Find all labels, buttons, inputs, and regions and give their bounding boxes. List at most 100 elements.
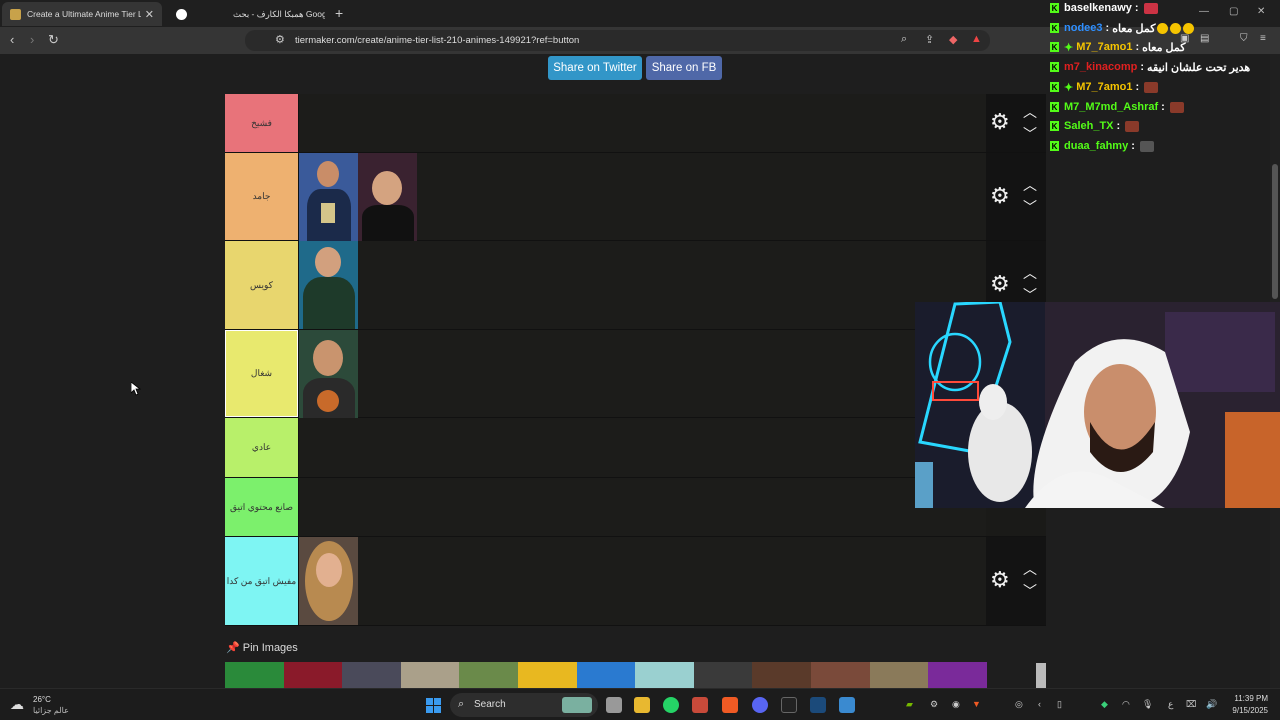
weather-icon[interactable]: ☁ [10,696,24,713]
pool-image[interactable] [342,662,401,688]
tier-label[interactable]: شغال [225,330,298,417]
brave-rewards-icon[interactable]: ▲ [971,33,982,45]
reload-icon[interactable]: ↻ [48,32,59,48]
gear-icon[interactable]: ⚙ [990,271,1010,297]
tier-item-image[interactable] [358,153,417,241]
pool-image[interactable] [811,662,870,688]
tier-items[interactable] [298,241,986,329]
tier-item-image[interactable] [299,241,358,329]
taskbar-search[interactable]: ⌕ Search [450,693,598,717]
chevron-down-icon[interactable]: ﹀ [1023,124,1037,144]
taskbar: ☁ 26°C عالم جزائيا ⌕ Search ▰ ⚙ ◉ ▼ ◎ ‹ … [0,688,1280,720]
wifi-icon[interactable]: ◠ [1122,699,1130,710]
whatsapp-icon[interactable] [663,697,679,713]
tier-items[interactable] [298,94,986,152]
menu-icon[interactable]: ≡ [1260,33,1266,44]
tier-label[interactable]: مفيش اتيق من كدا [225,537,298,625]
windows-start-icon[interactable] [426,698,441,713]
tier-items[interactable] [298,537,986,625]
steam-tray-icon[interactable]: ◎ [1015,699,1023,710]
battery-icon[interactable]: ▯ [1057,699,1062,710]
tier-item-image[interactable] [299,537,358,625]
chevron-down-icon[interactable]: ﹀ [1023,581,1037,601]
close-window-icon[interactable]: ✕ [1257,6,1265,17]
tier-items[interactable] [298,478,986,536]
task-view-icon[interactable] [606,697,622,713]
language-indicator[interactable]: ع [1168,699,1173,710]
pool-image[interactable] [635,662,694,688]
pool-image[interactable] [869,662,929,688]
chat-message: K baselkenawy : [1050,1,1158,15]
pool-image[interactable] [400,662,460,688]
chevron-up-icon[interactable]: ︿ [1023,559,1037,579]
tier-items[interactable] [298,418,986,477]
share-facebook-button[interactable]: Share on FB [646,56,722,80]
terminal-icon[interactable] [781,697,797,713]
address-bar[interactable]: ⚙ tiermaker.com/create/anime-tier-list-2… [245,30,990,51]
tier-label[interactable]: صانع محتوي اتيق [225,478,298,536]
tier-items[interactable] [298,153,986,241]
pool-image[interactable] [576,662,636,688]
zoom-icon[interactable]: ⌕ [901,33,907,46]
forward-icon[interactable]: › [30,32,34,47]
pool-image[interactable] [518,662,577,688]
tier-label[interactable]: عادي [225,418,298,477]
snipping-tool-icon[interactable] [692,697,708,713]
brave-browser-icon[interactable] [722,697,738,713]
pool-image[interactable] [693,662,753,688]
clock-date[interactable]: 9/15/2025 [1222,706,1268,715]
sidebar-icon[interactable]: ▤ [1200,33,1209,44]
clock-time[interactable]: 11:39 PM [1228,694,1268,703]
network-icon[interactable]: ⌧ [1186,699,1196,710]
tier-item-image[interactable] [299,330,358,418]
discord-icon[interactable] [752,697,768,713]
microphone-icon[interactable]: 🎙 [1142,699,1153,710]
tier-item-image[interactable] [299,153,358,241]
share-page-icon[interactable]: ⇪ [925,33,934,46]
volume-icon[interactable]: 🔊 [1206,699,1217,710]
discord-tray-icon[interactable]: ◉ [952,699,960,710]
site-info-icon[interactable]: ⚙ [275,33,285,46]
weather-description[interactable]: عالم جزائيا [33,706,69,715]
pool-scrollbar[interactable] [1036,663,1046,688]
tier-items[interactable] [298,330,986,418]
vpn-icon[interactable]: ⛉ [1240,33,1248,44]
steam-icon[interactable] [810,697,826,713]
file-explorer-icon[interactable] [634,697,650,713]
nvidia-tray-icon[interactable]: ▰ [906,699,913,710]
gear-icon[interactable]: ⚙ [990,567,1010,593]
brave-shield-icon[interactable]: ◆ [949,33,957,46]
pool-image[interactable] [752,662,812,688]
share-twitter-button[interactable]: Share on Twitter [548,56,642,80]
tab-google[interactable]: همبكا الكارف - بحث Google [168,2,333,26]
new-tab-icon[interactable]: + [335,5,343,21]
tier-label[interactable]: فشيخ [225,94,298,152]
brave-tray-icon[interactable]: ▼ [972,699,981,709]
back-tray-icon[interactable]: ‹ [1038,699,1041,709]
pool-image[interactable] [283,662,343,688]
minimize-icon[interactable]: — [1199,6,1209,17]
pool-image[interactable] [225,662,284,688]
gear-icon[interactable]: ⚙ [990,109,1010,135]
chevron-up-icon[interactable]: ︿ [1023,263,1037,283]
notepad-icon[interactable] [839,697,855,713]
pin-images-toggle[interactable]: 📌 Pin Images [226,641,298,654]
url-text[interactable]: tiermaker.com/create/anime-tier-list-210… [295,35,579,46]
vpn-tray-icon[interactable]: ◆ [1101,699,1108,710]
chevron-up-icon[interactable]: ︿ [1023,175,1037,195]
chevron-up-icon[interactable]: ︿ [1023,102,1037,122]
ball [317,390,339,412]
scrollbar-thumb[interactable] [1272,164,1278,299]
settings-tray-icon[interactable]: ⚙ [930,699,938,710]
back-icon[interactable]: ‹ [10,32,14,47]
tier-label[interactable]: كويس [225,241,298,329]
maximize-icon[interactable]: ▢ [1229,6,1238,17]
tier-label[interactable]: جامد [225,153,298,240]
chevron-down-icon[interactable]: ﹀ [1023,197,1037,217]
tab-tiermaker[interactable]: Create a Ultimate Anime Tier List ✕ [2,2,162,26]
close-tab-icon[interactable]: ✕ [145,8,154,21]
pool-image[interactable] [459,662,519,688]
gear-icon[interactable]: ⚙ [990,183,1010,209]
pool-image[interactable] [928,662,987,688]
weather-temperature[interactable]: 26°C [33,695,51,704]
